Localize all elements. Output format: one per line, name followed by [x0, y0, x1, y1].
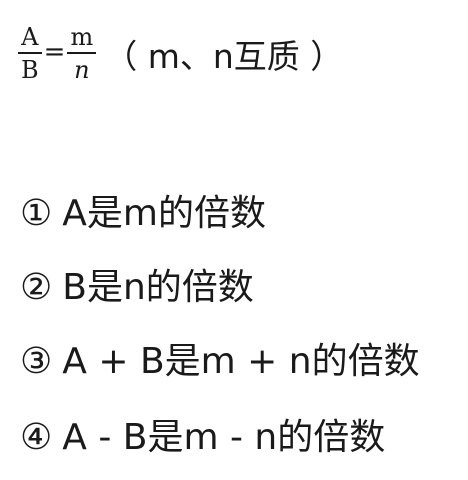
- circled-number-marker: ④: [20, 417, 53, 458]
- property-text: A - B是m - n的倍数: [62, 417, 386, 458]
- numerator-a: A: [21, 22, 39, 51]
- property-text: A + B是m + n的倍数: [62, 341, 420, 382]
- circled-number-marker: ②: [20, 267, 53, 308]
- circled-number-marker: ③: [20, 341, 53, 382]
- denominator-b: B: [21, 55, 39, 84]
- property-text: B是n的倍数: [62, 267, 254, 308]
- ratio-formula: A B = m n （ m、n互质 ）: [18, 18, 343, 88]
- property-item: ③A + B是m + n的倍数: [20, 344, 420, 380]
- property-item: ① A是m的倍数: [20, 196, 266, 232]
- denominator-n: n: [74, 55, 90, 84]
- circled-number-marker: ①: [20, 193, 53, 234]
- fraction-m-over-n: m n: [67, 22, 97, 84]
- coprime-note: （ m、n互质 ）: [104, 37, 344, 76]
- property-item: ④A - B是m - n的倍数: [20, 420, 385, 456]
- numerator-m: m: [70, 22, 94, 51]
- fraction-a-over-b: A B: [18, 25, 42, 82]
- property-text: A是m的倍数: [62, 193, 266, 234]
- equals-sign: =: [43, 37, 66, 67]
- property-item: ② B是n的倍数: [20, 270, 254, 306]
